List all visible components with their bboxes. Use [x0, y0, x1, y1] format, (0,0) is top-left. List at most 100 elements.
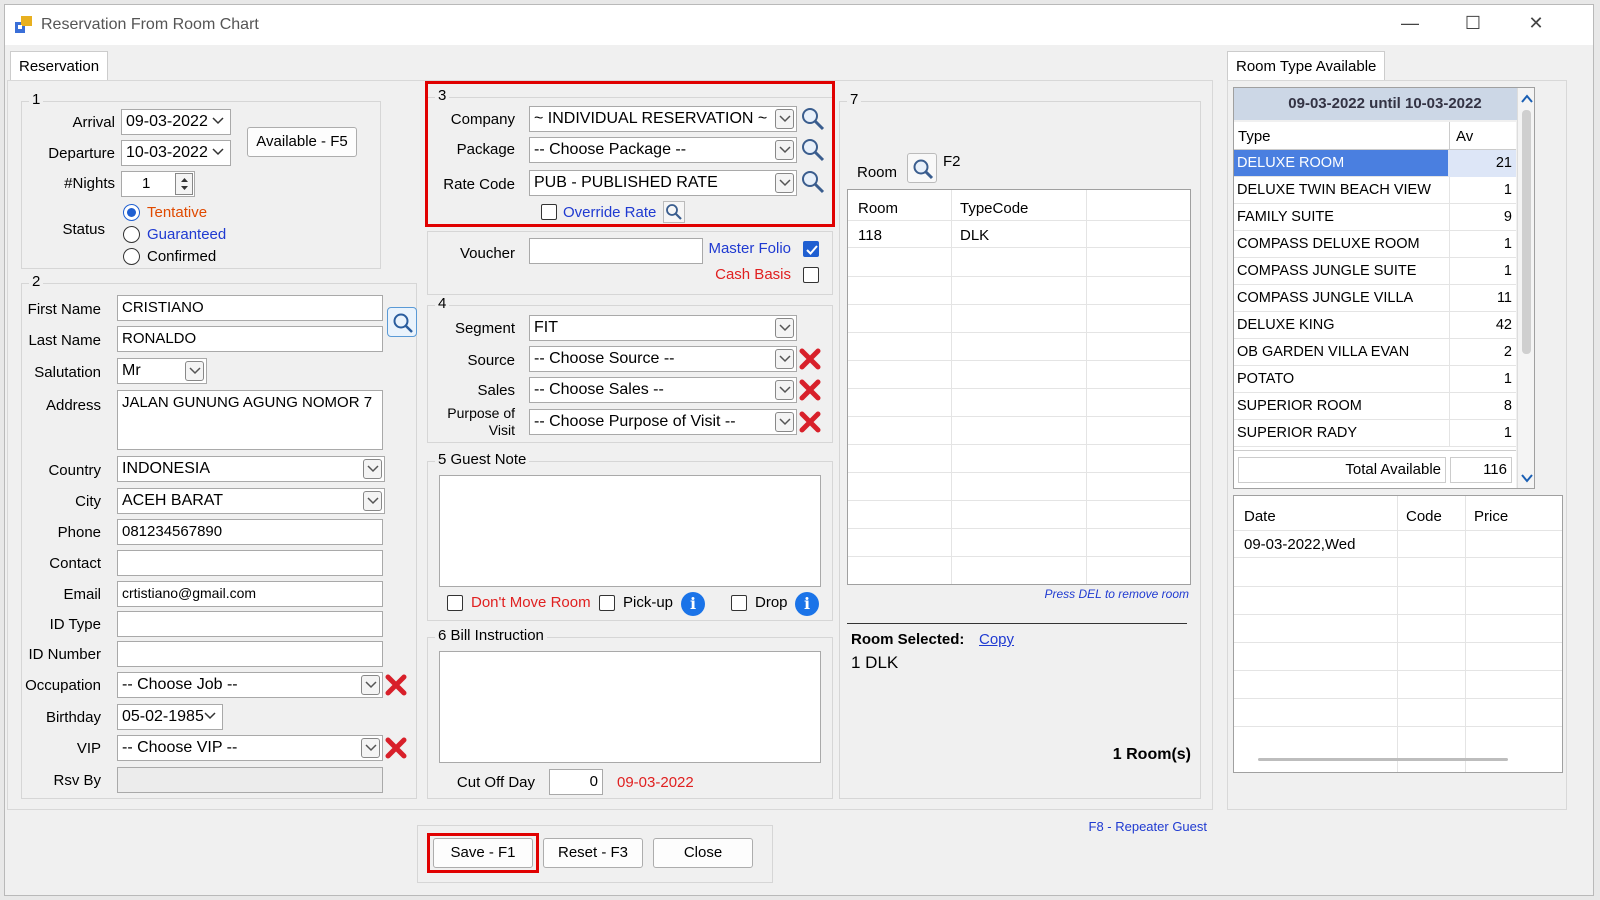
- package-search-icon[interactable]: [800, 137, 826, 163]
- room-type-row[interactable]: COMPASS DELUXE ROOM 1: [1234, 231, 1516, 258]
- status-guaranteed-radio[interactable]: [123, 226, 140, 243]
- close-button[interactable]: Close: [653, 838, 753, 868]
- scrollbar-thumb[interactable]: [1522, 110, 1531, 354]
- clear-occupation-icon[interactable]: [385, 674, 407, 696]
- clear-vip-icon[interactable]: [385, 737, 407, 759]
- cash-basis-checkbox[interactable]: [803, 267, 819, 283]
- tab-room-type-available[interactable]: Room Type Available: [1227, 51, 1386, 81]
- first-name-field[interactable]: CRISTIANO: [117, 295, 383, 321]
- selected-rooms-grid[interactable]: Room TypeCode 118 DLK: [847, 189, 1191, 585]
- vip-select[interactable]: -- Choose VIP --: [117, 735, 383, 761]
- room-type-row[interactable]: FAMILY SUITE 9: [1234, 204, 1516, 231]
- override-rate-checkbox[interactable]: [541, 204, 557, 220]
- segment-select[interactable]: FIT: [529, 315, 797, 341]
- dropdown-button[interactable]: [775, 109, 794, 129]
- room-type-row[interactable]: SUPERIOR RADY 1: [1234, 420, 1516, 447]
- room-type-row[interactable]: DELUXE KING 42: [1234, 312, 1516, 339]
- room-type-row[interactable]: DELUXE ROOM 21: [1234, 150, 1516, 177]
- group-1-label: 1: [29, 91, 44, 108]
- dropdown-button[interactable]: [775, 140, 794, 160]
- birthday-date-picker[interactable]: 05-02-1985: [117, 704, 223, 730]
- occupation-select[interactable]: -- Choose Job --: [117, 672, 383, 698]
- total-available-value: 116: [1450, 457, 1512, 483]
- tab-reservation[interactable]: Reservation: [10, 51, 109, 81]
- address-field[interactable]: JALAN GUNUNG AGUNG NOMOR 7: [117, 390, 383, 450]
- room-type-row[interactable]: OB GARDEN VILLA EVAN 2: [1234, 339, 1516, 366]
- drop-info-icon[interactable]: i: [795, 592, 819, 616]
- chevron-down-icon: [212, 117, 224, 125]
- clear-purpose-icon[interactable]: [799, 411, 821, 433]
- override-search-icon[interactable]: [663, 201, 685, 223]
- clear-source-icon[interactable]: [799, 348, 821, 370]
- minimize-button[interactable]: —: [1395, 13, 1425, 39]
- purpose-select[interactable]: -- Choose Purpose of Visit --: [529, 409, 797, 435]
- arrival-date-picker[interactable]: 09-03-2022: [121, 109, 231, 135]
- id-type-field[interactable]: [117, 611, 383, 637]
- room-type-row[interactable]: COMPASS JUNGLE SUITE 1: [1234, 258, 1516, 285]
- chevron-up-icon[interactable]: [1521, 94, 1533, 103]
- salutation-select[interactable]: Mr: [117, 358, 207, 384]
- dropdown-button[interactable]: [775, 173, 794, 193]
- price-grid[interactable]: Date Code Price 09-03-2022,Wed: [1233, 495, 1563, 773]
- company-select[interactable]: ~ INDIVIDUAL RESERVATION ~: [529, 106, 797, 132]
- bill-instruction-field[interactable]: [439, 651, 821, 763]
- dropdown-button[interactable]: [185, 361, 204, 381]
- status-tentative-radio[interactable]: [123, 204, 140, 221]
- country-select[interactable]: INDONESIA: [117, 456, 385, 482]
- dont-move-room-checkbox[interactable]: [447, 595, 463, 611]
- city-select[interactable]: ACEH BARAT: [117, 488, 385, 514]
- room-type-availability: 11: [1496, 290, 1512, 306]
- room-type-row[interactable]: COMPASS JUNGLE VILLA 11: [1234, 285, 1516, 312]
- company-search-icon[interactable]: [800, 106, 826, 132]
- package-select[interactable]: -- Choose Package --: [529, 137, 797, 163]
- dropdown-button[interactable]: [363, 491, 382, 511]
- maximize-button[interactable]: ☐: [1458, 13, 1488, 39]
- app-icon: [15, 16, 32, 33]
- room-type-grid[interactable]: 09-03-2022 until 10-03-2022 Type Av DELU…: [1233, 87, 1535, 489]
- rate-code-search-icon[interactable]: [800, 169, 826, 195]
- room-type-row[interactable]: POTATO 1: [1234, 366, 1516, 393]
- nights-spin-buttons[interactable]: [175, 173, 193, 195]
- room-type-scrollbar[interactable]: [1517, 88, 1534, 488]
- dropdown-button[interactable]: [775, 412, 794, 432]
- last-name-field[interactable]: RONALDO: [117, 326, 383, 352]
- repeater-guest-link[interactable]: F8 - Repeater Guest: [1065, 819, 1208, 834]
- phone-field[interactable]: 081234567890: [117, 519, 383, 545]
- master-folio-checkbox[interactable]: [803, 241, 819, 257]
- room-type-row[interactable]: SUPERIOR ROOM 8: [1234, 393, 1516, 420]
- email-field[interactable]: crtistiano@gmail.com: [117, 581, 383, 607]
- clear-sales-icon[interactable]: [799, 379, 821, 401]
- id-number-field[interactable]: [117, 641, 383, 667]
- voucher-field[interactable]: [529, 238, 703, 264]
- cut-off-day-field[interactable]: 0: [549, 769, 603, 795]
- copy-link[interactable]: Copy: [979, 631, 1014, 648]
- guest-search-button[interactable]: [387, 307, 417, 337]
- close-window-button[interactable]: ✕: [1521, 13, 1551, 39]
- reset-button[interactable]: Reset - F3: [543, 838, 643, 868]
- dropdown-button[interactable]: [775, 380, 794, 400]
- price-grid-hscrollbar[interactable]: [1258, 758, 1508, 761]
- contact-field[interactable]: [117, 550, 383, 576]
- pickup-checkbox[interactable]: [599, 595, 615, 611]
- dropdown-button[interactable]: [361, 738, 380, 758]
- table-row[interactable]: 09-03-2022,Wed: [1234, 530, 1562, 558]
- sales-select[interactable]: -- Choose Sales --: [529, 377, 797, 403]
- available-f5-button[interactable]: Available - F5: [247, 127, 357, 157]
- room-type-row[interactable]: DELUXE TWIN BEACH VIEW 1: [1234, 177, 1516, 204]
- chevron-down-icon[interactable]: [1521, 474, 1533, 483]
- status-confirmed-radio[interactable]: [123, 248, 140, 265]
- dropdown-button[interactable]: [775, 318, 794, 338]
- source-select[interactable]: -- Choose Source --: [529, 346, 797, 372]
- dropdown-button[interactable]: [363, 459, 382, 479]
- dropdown-button[interactable]: [775, 349, 794, 369]
- room-search-button[interactable]: [907, 153, 937, 183]
- room-type-availability: 1: [1503, 263, 1512, 279]
- guest-note-field[interactable]: [439, 475, 821, 587]
- sales-value: -- Choose Sales --: [534, 381, 664, 398]
- pickup-info-icon[interactable]: i: [681, 592, 705, 616]
- rate-code-select[interactable]: PUB - PUBLISHED RATE: [529, 170, 797, 196]
- dropdown-button[interactable]: [361, 675, 380, 695]
- departure-date-picker[interactable]: 10-03-2022: [121, 140, 231, 166]
- table-row[interactable]: 118 DLK: [848, 220, 1190, 248]
- drop-checkbox[interactable]: [731, 595, 747, 611]
